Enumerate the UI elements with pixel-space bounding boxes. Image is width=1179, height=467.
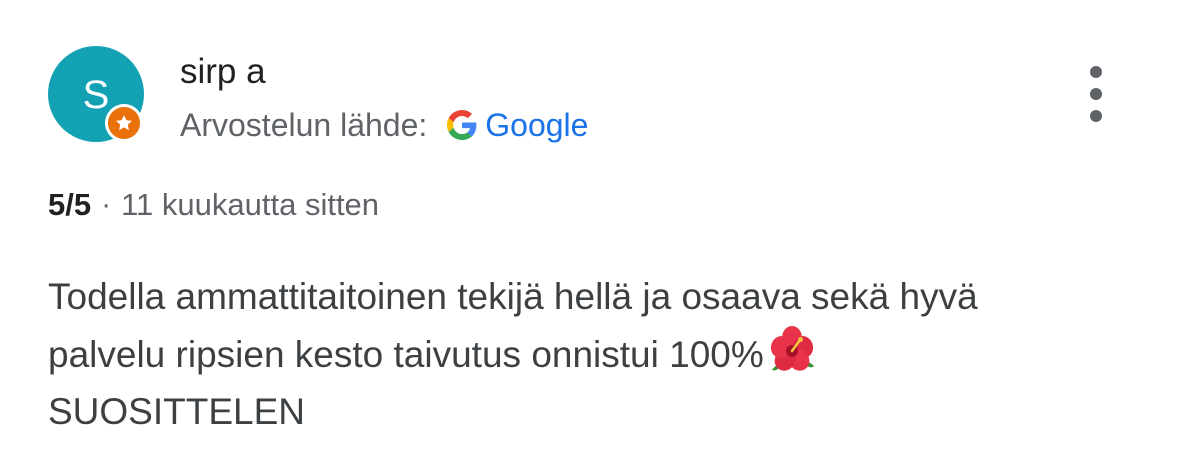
author-name[interactable]: sirp a (180, 50, 266, 94)
review-text-line: SUOSITTELEN (48, 391, 305, 432)
source-provider-link[interactable]: Google (485, 107, 588, 144)
review-text-segment: palvelu ripsien kesto taivutus onnistui … (48, 334, 764, 375)
hibiscus-emoji (766, 325, 818, 377)
review-source: Arvostelun lähde: Google (180, 104, 588, 146)
review-date: 11 kuukautta sitten (121, 187, 380, 222)
more-options-button[interactable] (1078, 66, 1114, 122)
more-vert-icon (1090, 66, 1102, 78)
review-card: S sirp a Arvostelun lähde: Google 5/5 · … (0, 0, 1179, 467)
local-guide-badge (105, 104, 143, 142)
more-vert-icon-dot (1090, 110, 1102, 122)
review-meta: 5/5 · 11 kuukautta sitten (48, 184, 379, 226)
meta-separator: · (101, 188, 112, 221)
review-text-line: Todella ammattitaitoinen tekijä hellä ja… (48, 276, 978, 317)
rating: 5/5 (48, 187, 92, 222)
review-text-line: palvelu ripsien kesto taivutus onnistui … (48, 325, 1128, 383)
avatar-initial: S (82, 72, 110, 117)
more-vert-icon-dot (1090, 88, 1102, 100)
google-g-icon (447, 110, 477, 140)
star-icon (108, 107, 140, 139)
source-label: Arvostelun lähde: (180, 106, 428, 143)
review-text: Todella ammattitaitoinen tekijä hellä ja… (48, 268, 1128, 440)
